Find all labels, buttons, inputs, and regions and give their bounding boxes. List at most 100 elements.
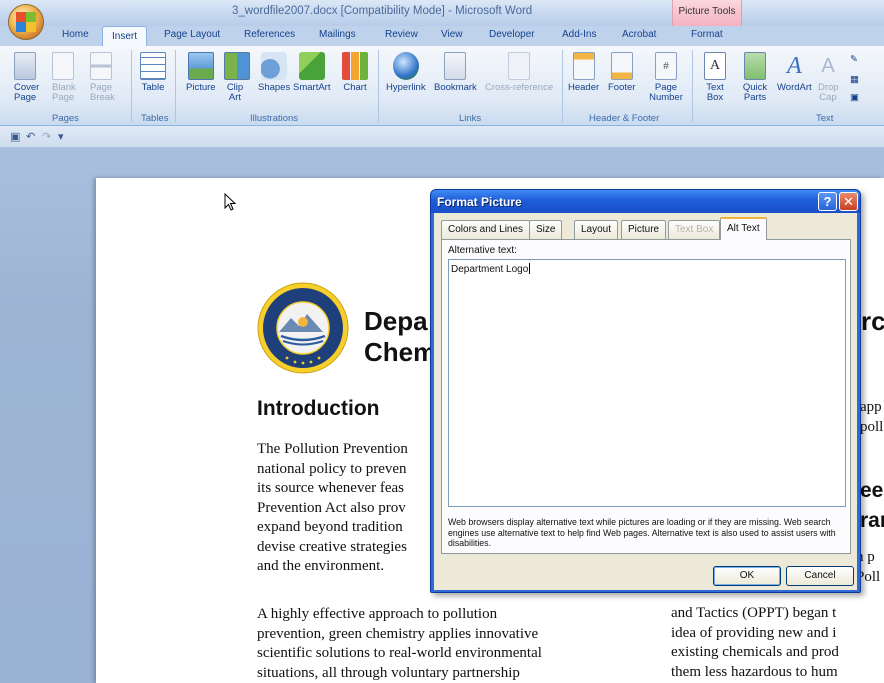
tab-review[interactable]: Review: [385, 29, 418, 40]
customize-qat-icon[interactable]: ▾: [58, 130, 64, 143]
picture-button[interactable]: Picture: [186, 52, 216, 93]
help-button[interactable]: ?: [818, 192, 837, 211]
footer-label: Footer: [608, 82, 636, 93]
illustrations-group-label: Illustrations: [250, 113, 299, 124]
tab-acrobat[interactable]: Acrobat: [622, 29, 656, 40]
alt-text-panel: Alternative text: Department Logo Web br…: [441, 239, 851, 554]
save-icon[interactable]: ▣: [10, 130, 20, 143]
tab-developer[interactable]: Developer: [489, 29, 535, 40]
tab-page-layout[interactable]: Page Layout: [164, 29, 220, 40]
introduction-heading: Introduction: [257, 397, 380, 420]
cancel-button[interactable]: Cancel: [786, 566, 854, 586]
drop-cap-button[interactable]: A Drop Cap: [818, 52, 839, 103]
dialog-title-bar[interactable]: Format Picture ? ✕: [431, 190, 860, 213]
text-box-label: Text Box: [706, 82, 724, 103]
office-logo-icon: [16, 12, 36, 32]
tab-colors-and-lines[interactable]: Colors and Lines: [441, 220, 531, 239]
text-line: its source whenever feas: [257, 480, 405, 496]
tab-layout[interactable]: Layout: [574, 220, 619, 239]
ok-button[interactable]: OK: [713, 566, 781, 586]
group-divider: [131, 50, 132, 122]
tab-home[interactable]: Home: [62, 29, 89, 40]
group-divider: [175, 50, 176, 122]
bookmark-button[interactable]: Bookmark: [434, 52, 477, 93]
page-number-icon: #: [655, 52, 677, 80]
alt-text-help: Web browsers display alternative text wh…: [448, 517, 836, 548]
quick-parts-label: Quick Parts: [742, 82, 768, 103]
text-box-button[interactable]: A Text Box: [703, 52, 727, 103]
text-line: and the environment.: [257, 558, 385, 574]
cover-page-label: Cover Page: [14, 82, 40, 103]
dialog-title: Format Picture: [437, 195, 522, 209]
table-button[interactable]: Table: [140, 52, 166, 93]
text-caret: [529, 263, 531, 274]
smartart-button[interactable]: SmartArt: [293, 52, 330, 93]
picture-label: Picture: [186, 82, 216, 93]
chart-button[interactable]: Chart: [342, 52, 368, 93]
blank-page-button[interactable]: Blank Page: [52, 52, 76, 103]
picture-icon: [187, 52, 214, 80]
page-break-button[interactable]: Page Break: [90, 52, 115, 103]
header-footer-group-label: Header & Footer: [589, 113, 660, 124]
page-number-label: Page Number: [649, 82, 683, 103]
clip-art-label: Clip Art: [226, 82, 244, 103]
redo-icon[interactable]: ↷: [42, 130, 51, 143]
col1-paragraph1: The Pollution Prevention national policy…: [257, 440, 408, 577]
text-box-icon: A: [704, 52, 726, 80]
department-logo[interactable]: [257, 282, 349, 374]
undo-icon[interactable]: ↶: [26, 130, 35, 143]
office-button[interactable]: [8, 4, 44, 40]
text-line: them less hazardous to hum: [671, 663, 838, 680]
group-divider: [378, 50, 379, 122]
col2-fragment1: app poll: [860, 398, 883, 437]
table-icon: [140, 52, 166, 80]
doc-heading-right: rce: [861, 306, 884, 336]
chart-label: Chart: [343, 82, 367, 93]
wordart-button[interactable]: A WordArt: [777, 52, 812, 93]
hyperlink-icon: [392, 52, 419, 80]
cover-page-button[interactable]: Cover Page: [14, 52, 40, 103]
alt-text-label: Alternative text:: [448, 245, 517, 256]
text-line: existing chemicals and prod: [671, 644, 839, 660]
text-group-label: Text: [816, 113, 834, 124]
wordart-label: WordArt: [777, 82, 812, 93]
tab-format[interactable]: Format: [691, 29, 723, 40]
page-break-icon: [90, 52, 112, 80]
text-line: situations, all through voluntary partne…: [257, 664, 520, 681]
text-line: app: [860, 399, 882, 415]
blank-page-label: Blank Page: [52, 82, 76, 103]
alt-text-input[interactable]: Department Logo: [448, 259, 846, 507]
ribbon-tabs: Home Insert Page Layout References Maili…: [0, 26, 884, 47]
tab-references[interactable]: References: [244, 29, 295, 40]
text-line: and Tactics (OPPT) began t: [671, 605, 837, 621]
text-line: devise creative strategies: [257, 538, 407, 555]
cross-reference-button[interactable]: Cross-reference: [485, 52, 553, 93]
tab-size[interactable]: Size: [529, 220, 563, 239]
object-icon[interactable]: ▣: [850, 92, 859, 103]
footer-button[interactable]: Footer: [608, 52, 635, 93]
title-bar: 3_wordfile2007.docx [Compatibility Mode]…: [0, 0, 884, 40]
drop-cap-icon: A: [821, 55, 835, 77]
hyperlink-button[interactable]: Hyperlink: [386, 52, 426, 93]
shapes-label: Shapes: [258, 82, 291, 93]
close-button[interactable]: ✕: [839, 192, 858, 211]
signature-line-icon[interactable]: ✎: [850, 54, 858, 65]
text-line: The Pollution Prevention: [257, 441, 408, 457]
quick-parts-button[interactable]: Quick Parts: [738, 52, 772, 103]
tab-add-ins[interactable]: Add-Ins: [562, 29, 596, 40]
tab-insert[interactable]: Insert: [102, 26, 148, 47]
format-picture-dialog: Format Picture ? ✕ Colors and Lines Size…: [430, 189, 861, 593]
page-number-button[interactable]: # Page Number: [646, 52, 686, 103]
tab-view[interactable]: View: [441, 29, 463, 40]
doc-heading-line1: Depa: [364, 306, 428, 336]
date-time-icon[interactable]: ▦: [850, 74, 859, 85]
shapes-button[interactable]: Shapes: [258, 52, 290, 93]
col2-heading: ee ran: [860, 476, 884, 536]
tab-mailings[interactable]: Mailings: [319, 29, 356, 40]
header-button[interactable]: Header: [568, 52, 599, 93]
tab-alt-text[interactable]: Alt Text: [720, 217, 767, 240]
drop-cap-label: Drop Cap: [818, 82, 839, 103]
clip-art-button[interactable]: Clip Art: [224, 52, 250, 103]
text-line: idea of providing new and i: [671, 624, 837, 641]
tab-picture[interactable]: Picture: [621, 220, 667, 239]
